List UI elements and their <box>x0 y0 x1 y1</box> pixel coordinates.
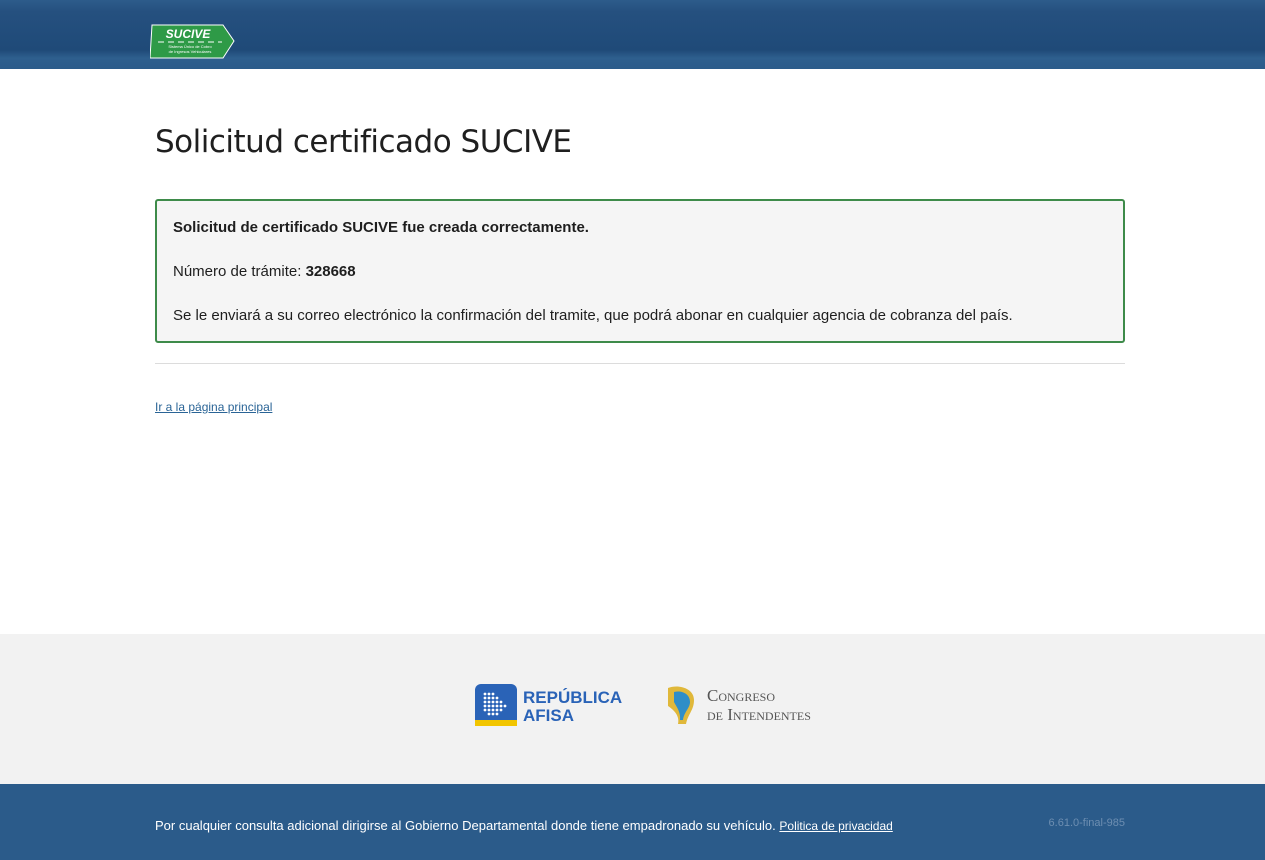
page-title: Solicitud certificado SUCIVE <box>155 124 572 160</box>
privacy-policy-link[interactable]: Politica de privacidad <box>779 819 892 833</box>
congreso-text-2: de Intendentes <box>707 705 811 724</box>
tramite-label: Número de trámite: <box>173 263 302 280</box>
logo-subtext-2: de Ingresos Vehiculares <box>169 49 212 54</box>
home-link[interactable]: Ir a la página principal <box>155 400 272 414</box>
congreso-intendentes-logo[interactable]: Congreso de Intendentes <box>664 684 844 726</box>
info-message: Se le enviará a su correo electrónico la… <box>173 307 1013 324</box>
republica-afisa-logo[interactable]: REPÚBLICA AFISA <box>475 684 625 726</box>
logo-text: SUCIVE <box>166 27 212 41</box>
afisa-text-1: REPÚBLICA <box>523 688 622 707</box>
footer-text-block: Por cualquier consulta adicional dirigir… <box>155 818 893 833</box>
footer: Por cualquier consulta adicional dirigir… <box>0 784 1265 860</box>
success-message: Solicitud de certificado SUCIVE fue crea… <box>173 219 589 236</box>
tramite-number: 328668 <box>305 263 356 280</box>
partners-bar: REPÚBLICA AFISA Congreso de Intendentes <box>0 634 1265 784</box>
sucive-logo[interactable]: SUCIVE Sistema Único de Cobro de Ingreso… <box>150 24 235 59</box>
success-alert: Solicitud de certificado SUCIVE fue crea… <box>155 199 1125 343</box>
afisa-text-2: AFISA <box>523 706 574 725</box>
footer-message: Por cualquier consulta adicional dirigir… <box>155 818 776 833</box>
version-label: 6.61.0-final-985 <box>1048 817 1125 829</box>
divider <box>155 363 1125 364</box>
top-header-bar: SUCIVE Sistema Único de Cobro de Ingreso… <box>0 0 1265 69</box>
congreso-text-1: Congreso <box>707 686 775 705</box>
